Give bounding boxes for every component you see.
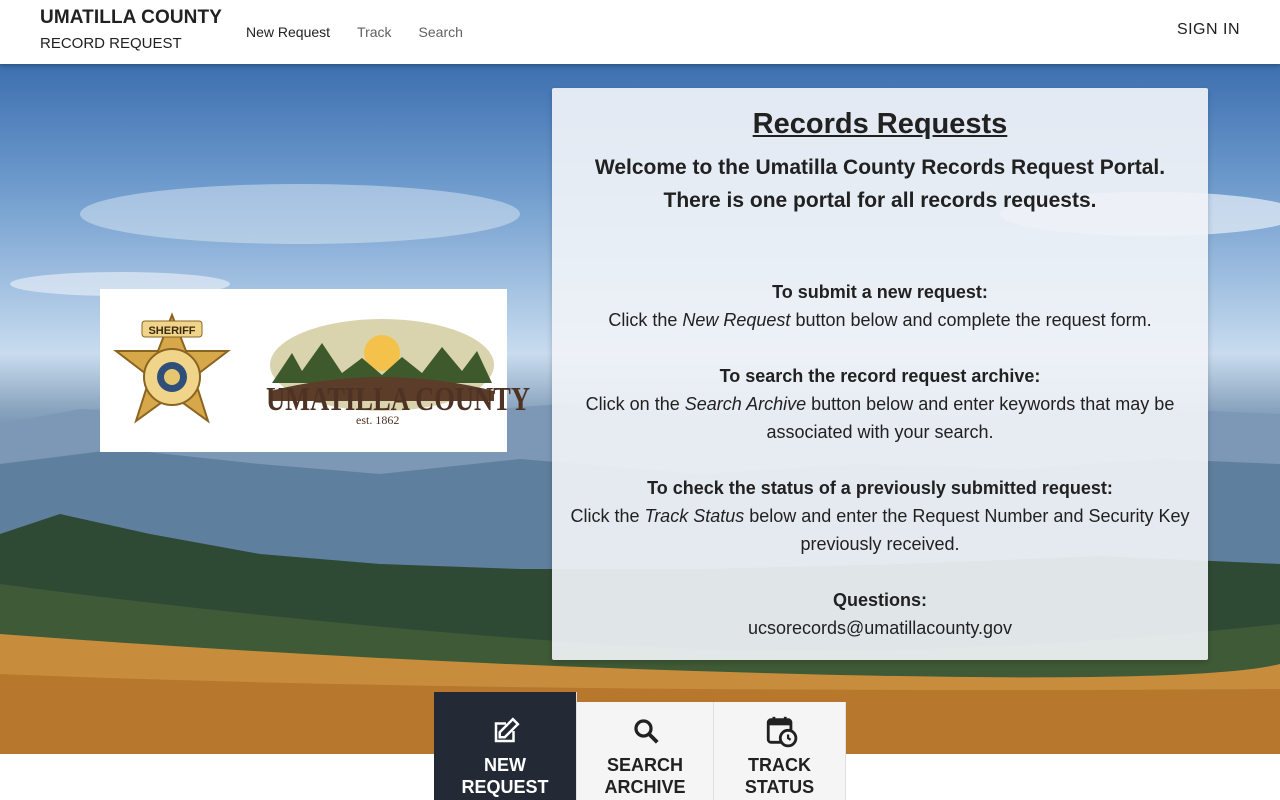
search-post: button below and enter keywords that may… xyxy=(766,394,1175,442)
info-card: Records Requests Welcome to the Umatilla… xyxy=(552,88,1208,660)
established-label: est. 1862 xyxy=(356,413,400,427)
welcome-text: Welcome to the Umatilla County Records R… xyxy=(552,151,1208,217)
logo-card: SHERIFF UMATILLA COUNTY est. 1862 xyxy=(100,289,530,452)
sheriff-badge-icon: SHERIFF xyxy=(113,312,231,424)
status-emphasis: Track Status xyxy=(644,506,745,526)
status-section: To check the status of a previously subm… xyxy=(568,474,1192,558)
search-pre: Click on the xyxy=(585,394,685,414)
nav-track[interactable]: Track xyxy=(357,24,391,40)
track-status-button[interactable]: TRACK STATUS xyxy=(714,702,846,800)
brand-subtitle: RECORD REQUEST xyxy=(40,35,182,52)
nav-search[interactable]: Search xyxy=(419,24,463,40)
welcome-line-2: There is one portal for all records requ… xyxy=(663,189,1097,212)
search-archive-label-1: SEARCH xyxy=(606,755,683,775)
questions-heading: Questions: xyxy=(832,590,927,610)
search-icon xyxy=(634,719,659,744)
brand[interactable]: UMATILLA COUNTY RECORD REQUEST xyxy=(40,7,222,52)
search-section: To search the record request archive: Cl… xyxy=(568,362,1192,446)
welcome-line-1: Welcome to the Umatilla County Records R… xyxy=(594,156,1166,179)
sign-in-button[interactable]: SIGN IN xyxy=(1177,21,1240,39)
questions-section: Questions: ucsorecords@umatillacounty.go… xyxy=(568,586,1192,642)
status-post: below and enter the Request Number and S… xyxy=(744,506,1190,554)
new-request-label-1: NEW xyxy=(484,755,526,775)
new-request-pre: Click the xyxy=(608,310,683,330)
questions-email[interactable]: ucsorecords@umatillacounty.gov xyxy=(748,618,1012,638)
brand-title: UMATILLA COUNTY xyxy=(40,7,222,28)
status-heading: To check the status of a previously subm… xyxy=(647,478,1113,498)
search-heading: To search the record request archive: xyxy=(719,366,1041,386)
status-pre: Click the xyxy=(570,506,645,526)
new-request-emphasis: New Request xyxy=(682,310,791,330)
top-app-bar: UMATILLA COUNTY RECORD REQUEST New Reque… xyxy=(0,0,1280,64)
track-status-label-1: TRACK xyxy=(748,755,811,775)
edit-icon xyxy=(494,717,520,743)
nav-new-request[interactable]: New Request xyxy=(246,24,330,40)
search-archive-label-2: ARCHIVE xyxy=(604,777,686,797)
search-archive-button[interactable]: SEARCH ARCHIVE xyxy=(577,702,714,800)
page-title: Records Requests xyxy=(752,108,1008,140)
new-request-post: button below and complete the request fo… xyxy=(790,310,1152,330)
new-request-label-2: REQUEST xyxy=(461,777,549,797)
main-nav: New Request Track Search xyxy=(246,24,490,40)
new-request-heading: To submit a new request: xyxy=(772,282,988,302)
track-status-label-2: STATUS xyxy=(744,777,815,797)
badge-label: SHERIFF xyxy=(148,325,195,337)
new-request-button[interactable]: NEW REQUEST xyxy=(434,692,577,800)
search-emphasis: Search Archive xyxy=(684,394,807,414)
new-request-section: To submit a new request: Click the New R… xyxy=(568,278,1192,334)
calendar-clock-icon xyxy=(766,716,798,748)
